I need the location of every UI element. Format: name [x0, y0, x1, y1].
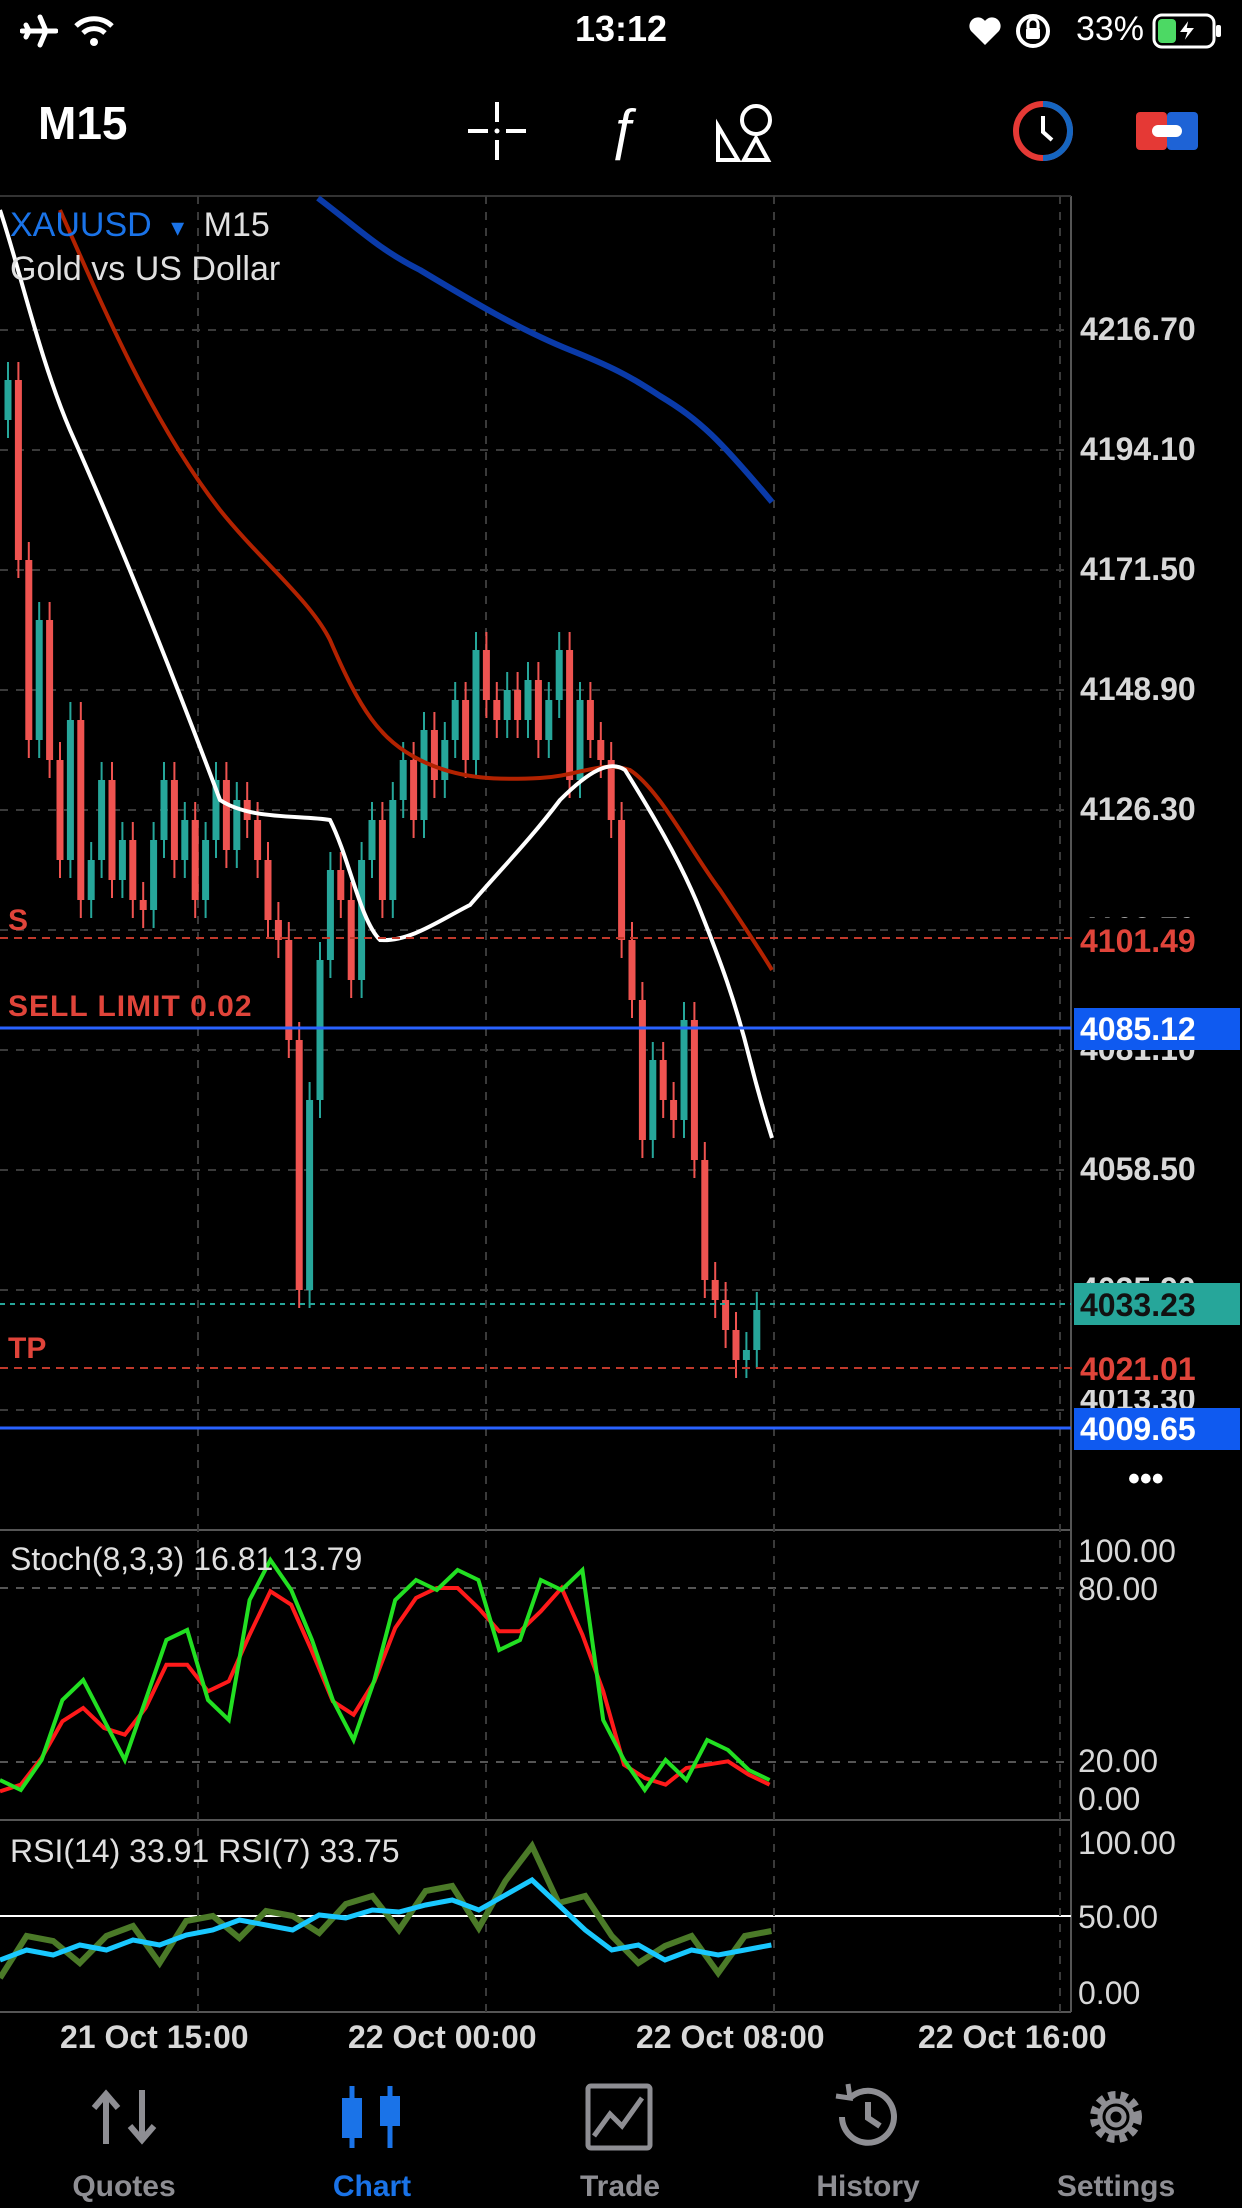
timeframe-button[interactable]: M15: [38, 96, 127, 150]
stoch-level: 80.00: [1078, 1571, 1158, 1607]
chart-toolbar: M15 ƒ: [0, 78, 1242, 176]
indicators-f-icon[interactable]: ƒ: [588, 96, 658, 166]
bottom-tab-bar: Quotes Chart Trade History Settings: [0, 2052, 1242, 2208]
rsi-level: 50.00: [1078, 1899, 1158, 1935]
chart-timeframe: M15: [204, 206, 270, 244]
tab-quotes[interactable]: Quotes: [0, 2052, 248, 2208]
stoch-level: 100.00: [1078, 1533, 1176, 1569]
ma-blue-line: [316, 195, 775, 504]
battery-percent: 33%: [1075, 10, 1144, 48]
crosshair-icon[interactable]: [462, 96, 532, 166]
price-label: 4148.90: [1080, 671, 1196, 707]
tab-chart[interactable]: Chart: [248, 2052, 496, 2208]
battery-charging-icon: [1152, 13, 1221, 49]
tab-label: Trade: [579, 2170, 661, 2203]
status-bar: 13:12 33%: [0, 0, 1242, 62]
stoch-level: 20.00: [1078, 1743, 1158, 1779]
rsi-title: RSI(14) 33.91 RSI(7) 33.75: [10, 1833, 400, 1869]
price-label: 4126.30: [1080, 791, 1196, 827]
stoch-title: Stoch(8,3,3) 16.81 13.79: [10, 1541, 362, 1577]
grid-lines: [0, 196, 1071, 2012]
tab-label: Quotes: [72, 2170, 176, 2203]
time-label: 21 Oct 15:00: [60, 2019, 249, 2050]
gear-icon: [1090, 2091, 1142, 2143]
ma-red-line: [58, 209, 774, 972]
tab-settings[interactable]: Settings: [992, 2052, 1240, 2208]
tab-label: History: [816, 2170, 920, 2203]
candles: [4, 362, 761, 1378]
history-clock-icon: [835, 2083, 897, 2146]
sl-price: 4101.49: [1080, 923, 1196, 959]
trade-toggle-icon[interactable]: [1132, 96, 1202, 166]
tp-label[interactable]: TP: [8, 1332, 46, 1365]
price-label: 4216.70: [1080, 311, 1196, 347]
price-label: 4171.50: [1080, 551, 1196, 587]
price-label: 4058.50: [1080, 1151, 1196, 1187]
svg-text:ƒ: ƒ: [607, 97, 638, 161]
rsi-level: 100.00: [1078, 1825, 1176, 1861]
tab-label: Chart: [332, 2170, 412, 2203]
clock: 13:12: [574, 8, 668, 49]
candles-icon: [342, 2086, 400, 2148]
tab-history[interactable]: History: [744, 2052, 992, 2208]
symbol-name: XAUUSD: [10, 206, 152, 244]
sell-limit-price: 4085.12: [1080, 1011, 1196, 1047]
sl-label[interactable]: S: [8, 904, 28, 937]
stoch-level: 0.00: [1078, 1781, 1140, 1817]
tab-label: Settings: [1056, 2170, 1176, 2203]
tp-price: 4021.01: [1080, 1351, 1196, 1387]
price-label: 4194.10: [1080, 431, 1196, 467]
one-click-trading-icon[interactable]: [1008, 96, 1078, 166]
sell-limit-label[interactable]: SELL LIMIT 0.02: [8, 990, 253, 1023]
time-label: 22 Oct 00:00: [348, 2019, 537, 2050]
chart-area[interactable]: 4216.70 4194.10 4171.50 4148.90 4126.30 …: [0, 190, 1242, 2050]
objects-shapes-icon[interactable]: [712, 96, 782, 166]
stoch-lines: [0, 1556, 771, 1794]
quotes-arrows-icon: [91, 2089, 157, 2145]
symbol-description: Gold vs US Dollar: [10, 250, 280, 288]
bid-price: 4033.23: [1080, 1287, 1196, 1323]
trade-chart-icon: [585, 2083, 653, 2151]
lower-line-price: 4009.65: [1080, 1411, 1196, 1447]
rsi-level: 0.00: [1078, 1975, 1140, 2011]
symbol-selector[interactable]: XAUUSD ▾ M15: [10, 206, 270, 244]
time-label: 22 Oct 16:00: [918, 2019, 1107, 2050]
time-label: 22 Oct 08:00: [636, 2019, 825, 2050]
heart-icon: [969, 17, 1001, 45]
orientation-lock-icon: [1016, 14, 1050, 48]
more-options-icon[interactable]: •••: [1128, 1460, 1164, 1498]
tab-trade[interactable]: Trade: [496, 2052, 744, 2208]
symbol-dropdown-icon: ▾: [171, 212, 184, 242]
